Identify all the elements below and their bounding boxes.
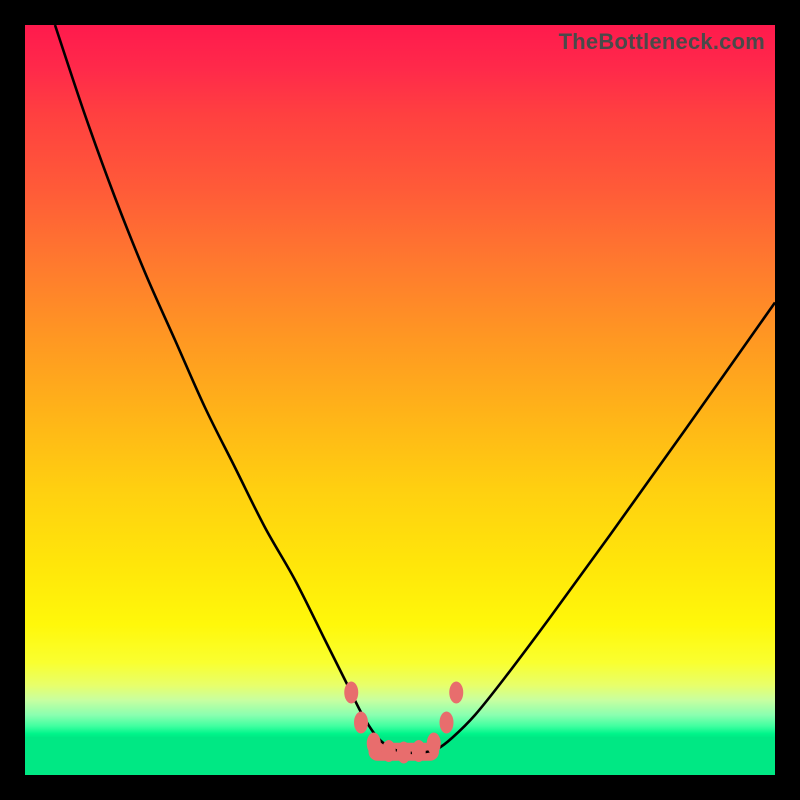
curve-marker (440, 712, 454, 734)
curve-marker (412, 740, 426, 762)
curve-layer (25, 25, 775, 775)
curve-marker (382, 740, 396, 762)
curve-marker (354, 712, 368, 734)
curve-marker (427, 733, 441, 755)
curve-marker (449, 682, 463, 704)
chart-frame: TheBottleneck.com (0, 0, 800, 800)
curve-marker (344, 682, 358, 704)
plot-area: TheBottleneck.com (25, 25, 775, 775)
curve-marker (397, 742, 411, 764)
curve-marker (367, 733, 381, 755)
bottleneck-curve (55, 25, 775, 753)
curve-markers (344, 682, 463, 764)
